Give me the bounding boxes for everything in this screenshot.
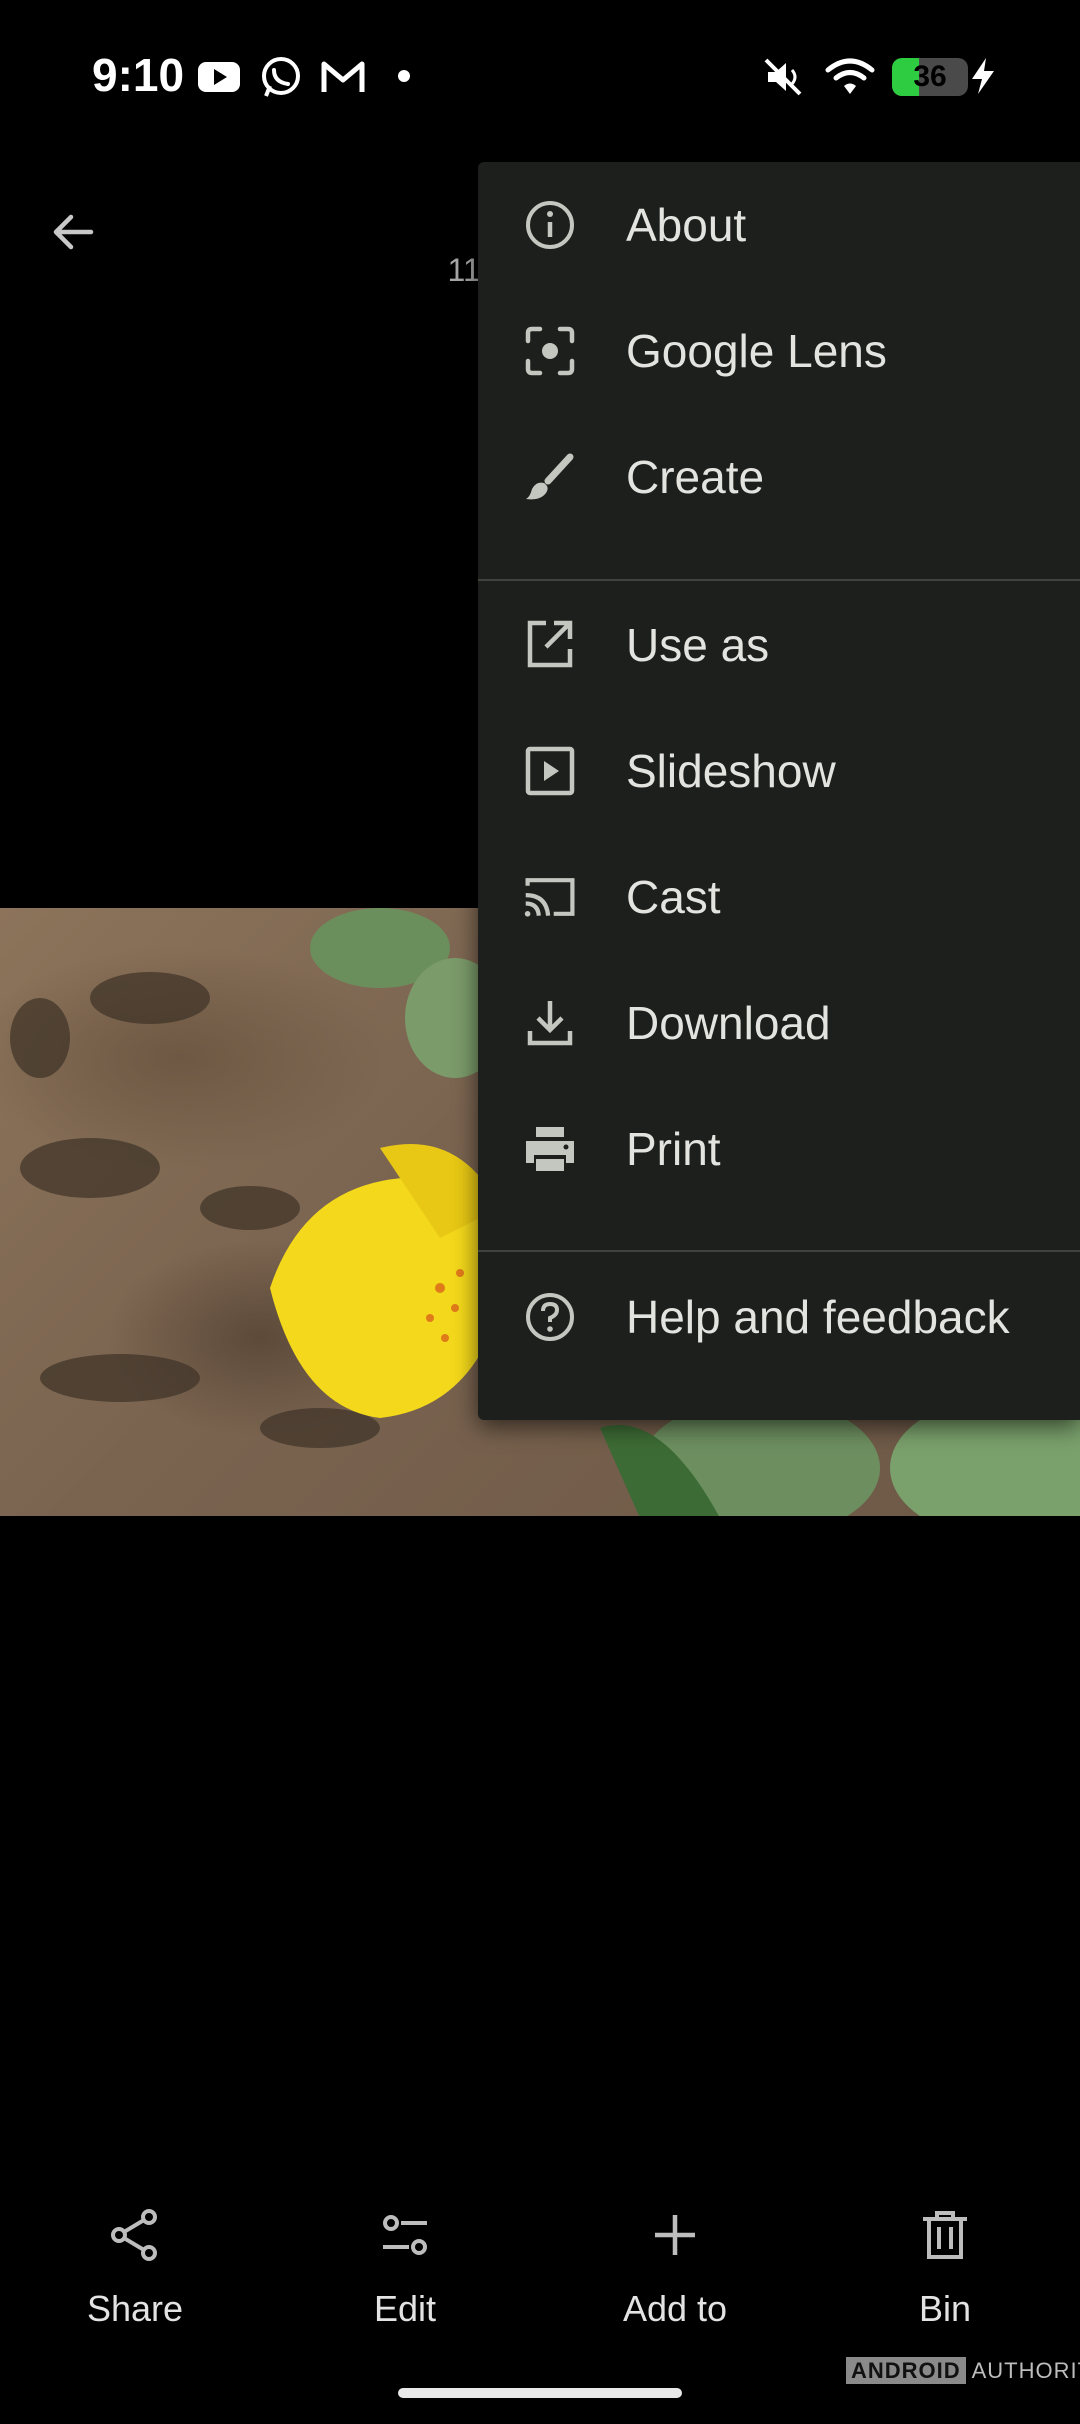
status-time: 9:10 bbox=[92, 49, 185, 101]
brush-icon bbox=[522, 449, 578, 505]
menu-item-label: About bbox=[626, 199, 747, 251]
menu-item-google-lens[interactable]: Google Lens bbox=[478, 288, 1080, 414]
watermark: ANDROID AUTHORITY bbox=[846, 2357, 1080, 2384]
home-indicator[interactable] bbox=[398, 2388, 682, 2398]
add-to-button[interactable]: Add to bbox=[575, 2200, 775, 2330]
menu-item-label: Create bbox=[626, 451, 765, 503]
menu-divider bbox=[478, 1250, 1080, 1252]
notification-dot-icon bbox=[396, 68, 412, 89]
mute-icon bbox=[760, 54, 806, 105]
lens-icon bbox=[522, 323, 578, 379]
status-bar: 9:10 36 bbox=[0, 0, 1080, 150]
edit-button[interactable]: Edit bbox=[305, 2200, 505, 2330]
edit-sliders-icon bbox=[370, 2200, 440, 2270]
menu-item-label: Cast bbox=[626, 871, 721, 923]
battery-icon: 36 bbox=[892, 58, 968, 96]
wifi-icon bbox=[824, 54, 876, 105]
watermark-part1: ANDROID bbox=[846, 2357, 966, 2384]
help-icon bbox=[522, 1289, 578, 1345]
watermark-part2: AUTHORITY bbox=[971, 2358, 1080, 2383]
menu-item-label: Download bbox=[626, 997, 831, 1049]
download-icon bbox=[522, 995, 578, 1051]
menu-item-label: Slideshow bbox=[626, 745, 836, 797]
plus-icon bbox=[640, 2200, 710, 2270]
menu-item-cast[interactable]: Cast bbox=[478, 834, 1080, 960]
menu-item-download[interactable]: Download bbox=[478, 960, 1080, 1086]
menu-item-label: Help and feedback bbox=[626, 1291, 1010, 1343]
overflow-menu: About Google Lens Create Use as Slidesho… bbox=[478, 162, 1080, 1420]
menu-item-label: Use as bbox=[626, 619, 770, 671]
slideshow-icon bbox=[522, 743, 578, 799]
menu-item-label: Google Lens bbox=[626, 325, 887, 377]
info-icon bbox=[522, 197, 578, 253]
share-label: Share bbox=[86, 2288, 184, 2329]
print-icon bbox=[522, 1121, 578, 1177]
menu-item-label: Print bbox=[626, 1123, 721, 1175]
menu-item-print[interactable]: Print bbox=[478, 1086, 1080, 1212]
menu-item-use-as[interactable]: Use as bbox=[478, 582, 1080, 708]
bin-button[interactable]: Bin bbox=[845, 2200, 1045, 2330]
menu-divider bbox=[478, 579, 1080, 581]
open-external-icon bbox=[522, 617, 578, 673]
menu-item-about[interactable]: About bbox=[478, 162, 1080, 288]
battery-percent: 36 bbox=[913, 60, 947, 93]
menu-item-create[interactable]: Create bbox=[478, 414, 1080, 540]
menu-item-slideshow[interactable]: Slideshow bbox=[478, 708, 1080, 834]
trash-icon bbox=[910, 2200, 980, 2270]
menu-item-help-and-feedback[interactable]: Help and feedback bbox=[478, 1254, 1080, 1380]
gmail-icon bbox=[320, 54, 366, 105]
charging-icon bbox=[968, 56, 998, 101]
youtube-icon bbox=[196, 54, 242, 105]
add-to-label: Add to bbox=[622, 2288, 728, 2329]
whatsapp-icon bbox=[258, 54, 304, 105]
cast-icon bbox=[522, 869, 578, 925]
bin-label: Bin bbox=[918, 2288, 972, 2329]
edit-label: Edit bbox=[373, 2288, 437, 2329]
share-button[interactable]: Share bbox=[35, 2200, 235, 2330]
share-icon bbox=[100, 2200, 170, 2270]
